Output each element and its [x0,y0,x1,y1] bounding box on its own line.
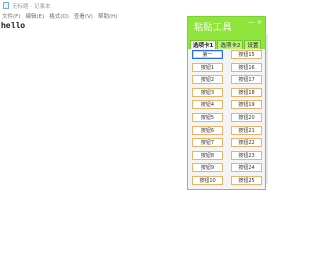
paste-button-18[interactable]: 按钮18 [231,87,262,97]
paste-button-25[interactable]: 按钮25 [231,175,262,185]
paste-button-8[interactable]: 按钮8 [192,150,223,160]
tool-window-controls: — × [248,20,262,26]
paste-button-15[interactable]: 按钮15 [231,50,262,59]
menu-edit[interactable]: 编辑(E) [25,12,44,20]
notepad-icon [3,2,9,9]
paste-button-10[interactable]: 按钮10 [192,175,223,185]
notepad-title-bar: 无标题 - 记事本 [0,0,280,11]
tool-header: 粘贴工具 — × 选项卡1 选项卡2 设置 [188,17,265,49]
paste-button-22[interactable]: 按钮22 [231,138,262,148]
close-icon[interactable]: × [257,20,262,26]
paste-button-grid: 第一 按钮15 按钮1 按钮16 按钮2 按钮17 按钮3 按钮18 按钮4 按… [192,50,262,185]
notepad-title: 无标题 - 记事本 [12,3,51,10]
paste-button-2[interactable]: 按钮2 [192,75,223,85]
menu-file[interactable]: 文件(F) [2,12,20,20]
notepad-text[interactable]: hello [1,22,25,31]
paste-button-23[interactable]: 按钮23 [231,150,262,160]
tab-2[interactable]: 选项卡2 [217,40,244,49]
paste-button-16[interactable]: 按钮16 [231,62,262,72]
paste-button-17[interactable]: 按钮17 [231,75,262,85]
tab-1[interactable]: 选项卡1 [190,40,217,49]
paste-button-24[interactable]: 按钮24 [231,163,262,173]
paste-button-9[interactable]: 按钮9 [192,163,223,173]
paste-button-3[interactable]: 按钮3 [192,87,223,97]
menu-view[interactable]: 查看(V) [74,12,93,20]
paste-button-5[interactable]: 按钮5 [192,112,223,122]
paste-button-first[interactable]: 第一 [192,50,223,59]
paste-button-21[interactable]: 按钮21 [231,125,262,135]
menu-help[interactable]: 帮助(H) [98,12,117,20]
sticky-tool-window: 粘贴工具 — × 选项卡1 选项卡2 设置 第一 按钮15 按钮1 按钮16 按… [187,16,266,190]
paste-button-4[interactable]: 按钮4 [192,100,223,110]
minimize-icon[interactable]: — [248,20,254,26]
paste-button-20[interactable]: 按钮20 [231,112,262,122]
tool-title: 粘贴工具 [194,23,233,33]
menu-format[interactable]: 格式(O) [49,12,69,20]
paste-button-7[interactable]: 按钮7 [192,138,223,148]
paste-button-6[interactable]: 按钮6 [192,125,223,135]
tool-scrollbar[interactable] [266,34,268,184]
paste-button-1[interactable]: 按钮1 [192,62,223,72]
tab-settings[interactable]: 设置 [244,40,262,49]
paste-button-19[interactable]: 按钮19 [231,100,262,110]
tool-tabs: 选项卡1 选项卡2 设置 [190,37,262,49]
